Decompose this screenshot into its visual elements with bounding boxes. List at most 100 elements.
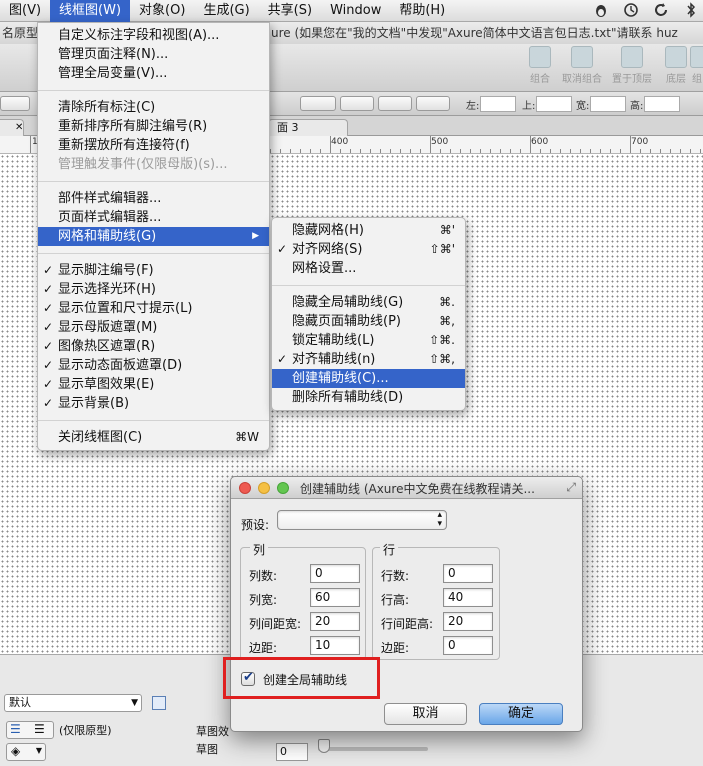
menu-item[interactable]: ✓ 显示脚注编号(F) xyxy=(38,261,269,280)
menu-item[interactable]: 部件样式编辑器... xyxy=(38,189,269,208)
resize-icon[interactable]: ⤢ xyxy=(566,480,576,495)
column-count-field[interactable]: 0 xyxy=(310,564,360,583)
y-field[interactable] xyxy=(536,96,572,112)
menu-item[interactable]: ✓ 显示背景(B) xyxy=(38,394,269,413)
zoom-window-button[interactable] xyxy=(277,482,289,494)
row-margin-field[interactable]: 0 xyxy=(443,636,493,655)
cancel-button[interactable]: 取消 xyxy=(384,703,467,725)
preset-select[interactable]: ▴ ▾ xyxy=(277,510,447,530)
align-left-icon[interactable]: ☰ xyxy=(10,722,21,736)
close-window-button[interactable] xyxy=(239,482,251,494)
menu-item[interactable]: 清除所有标注(C) xyxy=(38,98,269,117)
ruler-tick xyxy=(650,149,651,153)
time-machine-icon[interactable] xyxy=(623,2,639,18)
align-buttons[interactable]: ☰ ☰ xyxy=(6,721,54,739)
line-width-control[interactable] xyxy=(340,96,374,111)
ruler-label: 600 xyxy=(531,137,549,147)
menu-item[interactable]: ✓ 显示选择光环(H) xyxy=(38,280,269,299)
menu-item[interactable]: 重新排序所有脚注编号(R) xyxy=(38,117,269,136)
checkmark-icon: ✔ xyxy=(243,670,254,685)
menu-item[interactable]: 关闭线框图(C) ⌘W xyxy=(38,428,269,447)
menu-item[interactable]: ✓ 图像热区遮罩(R) xyxy=(38,337,269,356)
menu-help[interactable]: 帮助(H) xyxy=(390,0,454,22)
menu-object[interactable]: 对象(O) xyxy=(130,0,194,22)
ungroup-icon xyxy=(571,46,593,68)
menu-item[interactable]: 自定义标注字段和视图(A)... xyxy=(38,26,269,45)
checkmark-icon: ✓ xyxy=(43,339,54,353)
format-control[interactable] xyxy=(0,96,30,111)
menu-item[interactable]: 网格和辅助线(G) ▶ xyxy=(38,227,269,246)
send-to-back-button[interactable]: 底层 xyxy=(660,46,692,85)
menu-item[interactable]: 隐藏页面辅助线(P) ⌘, xyxy=(272,312,465,331)
ruler-tick xyxy=(460,149,461,153)
column-width-field[interactable]: 60 xyxy=(310,588,360,607)
menu-item[interactable]: 隐藏网格(H) ⌘' xyxy=(272,221,465,240)
menu-item[interactable]: ✓ 对齐辅助线(n) ⇧⌘, xyxy=(272,350,465,369)
menu-item[interactable]: 管理全局变量(V)... xyxy=(38,64,269,83)
menu-item[interactable]: 删除所有辅助线(D) xyxy=(272,388,465,407)
close-icon[interactable]: ✕ xyxy=(15,120,23,135)
menu-view[interactable]: 图(V) xyxy=(0,0,50,22)
row-margin-label: 边距: xyxy=(381,641,410,655)
menu-generate[interactable]: 生成(G) xyxy=(194,0,258,22)
row-height-field[interactable]: 40 xyxy=(443,588,493,607)
line-style-control[interactable] xyxy=(300,96,336,111)
menu-item[interactable]: 创建辅助线(C)... xyxy=(272,369,465,388)
column-count-label: 列数: xyxy=(249,569,278,583)
menu-item[interactable]: 页面样式编辑器... xyxy=(38,208,269,227)
qq-penguin-icon[interactable] xyxy=(593,2,609,18)
submenu-arrow-icon: ▶ xyxy=(252,231,259,241)
width-field[interactable] xyxy=(590,96,626,112)
sketch-slider-thumb[interactable] xyxy=(318,739,330,753)
height-field[interactable] xyxy=(644,96,680,112)
menubar: 图(V) 线框图(W) 对象(O) 生成(G) 共享(S) Window 帮助(… xyxy=(0,0,703,22)
column-margin-field[interactable]: 10 xyxy=(310,636,360,655)
menu-share[interactable]: 共享(S) xyxy=(259,0,321,22)
bluetooth-icon[interactable] xyxy=(683,2,699,18)
menu-item[interactable]: 管理页面注释(N)... xyxy=(38,45,269,64)
ruler-tick xyxy=(450,149,451,153)
tab-page-1[interactable]: ✕ xyxy=(0,119,24,136)
menu-item[interactable]: ✓ 显示位置和尺寸提示(L) xyxy=(38,299,269,318)
row-count-field[interactable]: 0 xyxy=(443,564,493,583)
x-field[interactable] xyxy=(480,96,516,112)
menu-window[interactable]: Window xyxy=(321,0,390,22)
sketch-slider[interactable] xyxy=(318,747,428,751)
menu-item-label: 管理页面注释(N)... xyxy=(58,47,169,62)
window-title: ure (如果您在"我的文档"中发现"Axure简体中文语言包日志.txt"请联… xyxy=(271,26,678,40)
ok-button[interactable]: 确定 xyxy=(479,703,563,725)
rows-group-label: 行 xyxy=(380,541,399,558)
align-control[interactable] xyxy=(416,96,450,111)
menu-item[interactable]: ✓ 显示草图效果(E) xyxy=(38,375,269,394)
row-gutter-field[interactable]: 20 xyxy=(443,612,493,631)
style-select[interactable]: 默认 ▼ xyxy=(4,694,142,712)
tab-page-3[interactable]: 面 3 xyxy=(268,119,348,136)
menu-wireframe[interactable]: 线框图(W) xyxy=(50,0,131,22)
global-guides-label[interactable]: 创建全局辅助线 xyxy=(263,671,347,688)
style-edit-icon[interactable] xyxy=(152,696,166,710)
menu-item[interactable]: 重新摆放所有连接符(f) xyxy=(38,136,269,155)
arrow-style-control[interactable] xyxy=(378,96,412,111)
menu-item-label: 创建辅助线(C)... xyxy=(292,371,389,386)
menu-item[interactable]: ✓ 对齐网络(S) ⇧⌘' xyxy=(272,240,465,259)
sketch-value-field[interactable]: 0 xyxy=(276,743,308,761)
sketch-effect-label: 草图效 xyxy=(196,725,229,738)
menu-item[interactable]: 隐藏全局辅助线(G) ⌘. xyxy=(272,293,465,312)
menu-item[interactable]: 锁定辅助线(L) ⇧⌘. xyxy=(272,331,465,350)
align-center-icon[interactable]: ☰ xyxy=(34,722,45,736)
global-guides-checkbox[interactable]: ✔ xyxy=(241,670,255,686)
bring-to-front-button[interactable]: 置于顶层 xyxy=(610,46,654,85)
group-extra-button[interactable]: 组 xyxy=(690,46,703,85)
menu-item[interactable]: ✓ 显示动态面板遮罩(D) xyxy=(38,356,269,375)
group-button[interactable]: 组合 xyxy=(524,46,556,85)
checkmark-icon: ✓ xyxy=(43,282,54,296)
menu-item-label: 管理触发事件(仅限母版)(s)... xyxy=(58,157,228,172)
sync-icon[interactable] xyxy=(653,2,669,18)
ungroup-button[interactable]: 取消组合 xyxy=(560,46,604,85)
dialog-titlebar[interactable]: 创建辅助线 (Axure中文免费在线教程请关... ⤢ xyxy=(231,477,582,499)
fill-color-button[interactable]: ◈ ▼ xyxy=(6,743,46,761)
column-gutter-field[interactable]: 20 xyxy=(310,612,360,631)
menu-item[interactable]: 网格设置... xyxy=(272,259,465,278)
minimize-window-button[interactable] xyxy=(258,482,270,494)
menu-item[interactable]: ✓ 显示母版遮罩(M) xyxy=(38,318,269,337)
